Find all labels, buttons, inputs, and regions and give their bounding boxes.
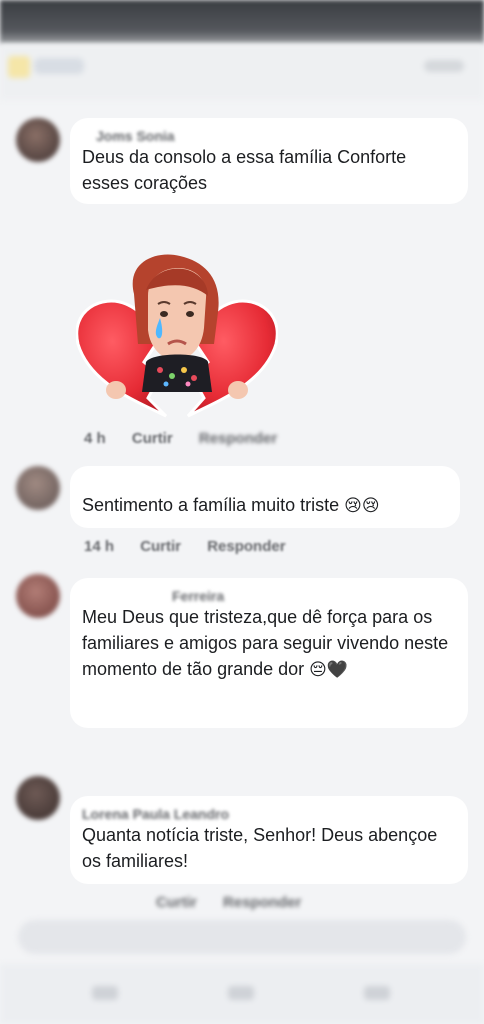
like-link[interactable]: Curtir — [140, 538, 181, 555]
top-header — [0, 44, 484, 100]
avatar[interactable] — [16, 118, 60, 162]
avatar[interactable] — [16, 776, 60, 820]
comment-actions: Curtir Responder — [84, 894, 323, 911]
comment-time: 4 h — [84, 430, 106, 447]
comment-bubble[interactable]: Ferreira Meu Deus que tristeza,que dê fo… — [70, 578, 468, 728]
pensive-heart-icon: 😔🖤 — [309, 660, 349, 680]
comment-text: Quanta notícia triste, Senhor! Deus aben… — [82, 825, 438, 871]
comment-actions: 14 h Curtir Responder — [84, 538, 308, 555]
comment-bubble[interactable]: Sentimento a família muito triste 😢😢 — [70, 466, 460, 528]
comment-author[interactable]: Joms Sonia — [96, 128, 454, 144]
reply-link[interactable]: Responder — [199, 430, 277, 447]
comment-text: Deus da consolo a essa família Conforte … — [82, 147, 407, 193]
comment-bubble[interactable]: Lorena Paula Leandro Quanta notícia tris… — [70, 796, 468, 884]
comment-author[interactable]: Lorena Paula Leandro — [82, 806, 454, 822]
reply-link[interactable]: Responder — [223, 894, 301, 911]
avatar[interactable] — [16, 574, 60, 618]
reply-link[interactable]: Responder — [207, 538, 285, 555]
crying-face-icon: 😢😢 — [344, 496, 380, 516]
comment-author[interactable] — [82, 476, 446, 492]
avatar[interactable] — [16, 466, 60, 510]
comment-actions: 4 h Curtir Responder — [84, 430, 299, 447]
comment-input[interactable] — [18, 920, 466, 954]
comment-bubble[interactable]: Joms Sonia Deus da consolo a essa famíli… — [70, 118, 468, 204]
comment-author[interactable]: Ferreira — [172, 588, 454, 604]
bottom-nav — [0, 964, 484, 1024]
status-bar — [0, 0, 484, 44]
like-link[interactable]: Curtir — [156, 894, 197, 911]
comment-time: 14 h — [84, 538, 115, 555]
like-link[interactable]: Curtir — [132, 430, 173, 447]
comment-text: Sentimento a família muito triste — [82, 495, 340, 515]
comment-text: Meu Deus que tristeza,que dê força para … — [82, 607, 449, 679]
broken-heart-crying-girl-sticker — [76, 254, 278, 418]
